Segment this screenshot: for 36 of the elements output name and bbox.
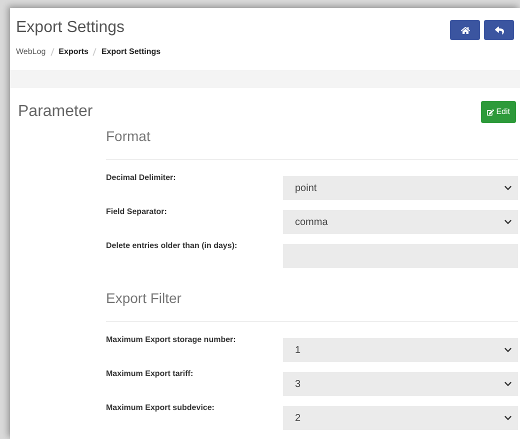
back-button[interactable] bbox=[484, 20, 514, 40]
field-label: Field Separator: bbox=[106, 206, 168, 218]
edit-button[interactable]: Edit bbox=[481, 101, 516, 123]
field-label: Maximum Export subdevice: bbox=[106, 402, 216, 414]
chevron-down-icon bbox=[504, 184, 512, 192]
chevron-down-icon bbox=[504, 218, 512, 226]
select-value: 1 bbox=[295, 344, 301, 358]
breadcrumb-item[interactable]: WebLog bbox=[16, 46, 46, 58]
select-value: 2 bbox=[295, 412, 301, 426]
breadcrumb-item[interactable]: Export Settings bbox=[101, 46, 161, 58]
field-label: Maximum Export tariff: bbox=[106, 368, 194, 380]
select-value: comma bbox=[295, 216, 328, 230]
select-value: point bbox=[295, 182, 317, 196]
home-button[interactable] bbox=[450, 20, 480, 40]
home-icon bbox=[460, 26, 470, 34]
select-field[interactable]: 1 bbox=[283, 338, 518, 362]
edit-icon bbox=[487, 108, 494, 116]
select-field[interactable]: 3 bbox=[283, 372, 518, 396]
chevron-down-icon bbox=[504, 414, 512, 422]
select-value: 3 bbox=[295, 378, 301, 392]
section-title: Format bbox=[106, 126, 518, 160]
field-label: Decimal Delimiter: bbox=[106, 172, 177, 184]
select-field[interactable]: point bbox=[283, 176, 518, 200]
reply-icon bbox=[494, 26, 504, 34]
breadcrumb-separator bbox=[93, 48, 97, 56]
select-field[interactable]: 2 bbox=[283, 406, 518, 430]
section-title: Export Filter bbox=[106, 288, 518, 322]
breadcrumb-item[interactable]: Exports bbox=[58, 46, 88, 58]
page-title: Export Settings bbox=[16, 18, 126, 38]
breadcrumb-separator bbox=[50, 48, 54, 56]
field-label: Delete entries older than (in days): bbox=[106, 240, 238, 252]
chevron-down-icon bbox=[504, 346, 512, 354]
panel-title: Parameter bbox=[18, 102, 93, 122]
field-label: Maximum Export storage number: bbox=[106, 334, 237, 346]
chevron-down-icon bbox=[504, 380, 512, 388]
select-field[interactable]: comma bbox=[283, 210, 518, 234]
